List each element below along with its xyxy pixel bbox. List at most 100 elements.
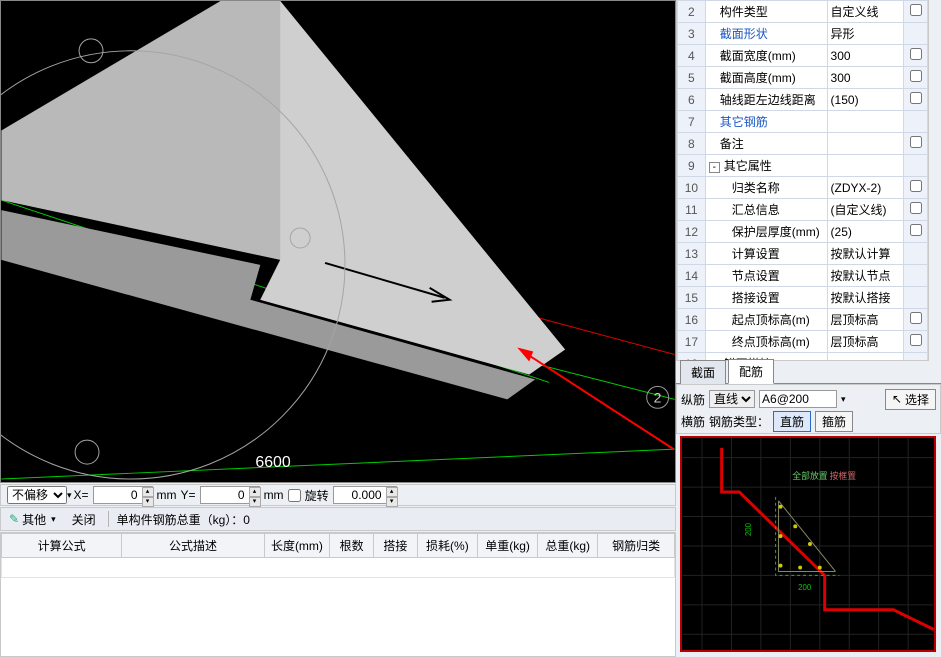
prop-check-cell — [904, 111, 928, 133]
prop-value[interactable]: 300 — [827, 45, 904, 67]
prop-value[interactable]: 异形 — [827, 23, 904, 45]
prop-value[interactable]: (ZDYX-2) — [827, 177, 904, 199]
prop-value[interactable]: 自定义线 — [827, 1, 904, 23]
col-3: 根数 — [330, 534, 374, 558]
prop-row[interactable]: 15搭接设置按默认搭接 — [678, 287, 928, 309]
prop-value[interactable]: 按默认计算 — [827, 243, 904, 265]
prop-row[interactable]: 11汇总信息(自定义线) — [678, 199, 928, 221]
row-index: 13 — [678, 243, 706, 265]
section-tabs: 截面 配筋 — [676, 362, 941, 384]
prop-check-cell — [904, 133, 928, 155]
prop-value[interactable] — [827, 111, 904, 133]
rotate-checkbox[interactable] — [288, 489, 301, 502]
prop-value[interactable]: (150) — [827, 89, 904, 111]
prop-row[interactable]: 10归类名称(ZDYX-2) — [678, 177, 928, 199]
prop-row[interactable]: 17终点顶标高(m)层顶标高 — [678, 331, 928, 353]
select-button[interactable]: ↖选择 — [885, 389, 936, 410]
col-7: 总重(kg) — [538, 534, 598, 558]
prop-name: 归类名称 — [705, 177, 827, 199]
prop-value[interactable]: 300 — [827, 67, 904, 89]
prop-row[interactable]: 7其它钢筋 — [678, 111, 928, 133]
prop-check-cell — [904, 331, 928, 353]
offset-mode-select[interactable]: 不偏移 — [7, 486, 67, 504]
row-index: 11 — [678, 199, 706, 221]
prop-check-cell — [904, 1, 928, 23]
shape-select[interactable]: 直线 — [709, 390, 755, 408]
rot-spin-up[interactable]: ▴ — [386, 487, 398, 497]
row-index: 5 — [678, 67, 706, 89]
prop-value[interactable]: 层顶标高 — [827, 331, 904, 353]
prop-value[interactable]: (自定义线) — [827, 199, 904, 221]
rot-spin-down[interactable]: ▾ — [386, 497, 398, 507]
property-panel[interactable]: 2构件类型自定义线3截面形状异形4截面宽度(mm)3005截面高度(mm)300… — [676, 0, 929, 361]
prop-row[interactable]: 14节点设置按默认节点 — [678, 265, 928, 287]
prop-row[interactable]: 3截面形状异形 — [678, 23, 928, 45]
row-index: 4 — [678, 45, 706, 67]
prop-name: 搭接设置 — [705, 287, 827, 309]
prop-value[interactable]: 按默认搭接 — [827, 287, 904, 309]
rebar-type-label: 钢筋类型： — [709, 413, 769, 430]
prop-row[interactable]: 2构件类型自定义线 — [678, 1, 928, 23]
viewport-3d[interactable]: 6600 2 — [0, 0, 676, 483]
prop-checkbox[interactable] — [910, 202, 922, 214]
prop-name: 截面宽度(mm) — [705, 45, 827, 67]
prop-row[interactable]: 12保护层厚度(mm)(25) — [678, 221, 928, 243]
prop-checkbox[interactable] — [910, 312, 922, 324]
tree-toggle[interactable]: - — [709, 162, 720, 173]
prop-value[interactable] — [827, 133, 904, 155]
col-0: 计算公式 — [2, 534, 122, 558]
y-spin-down[interactable]: ▾ — [249, 497, 261, 507]
prop-name: 汇总信息 — [705, 199, 827, 221]
row-index: 17 — [678, 331, 706, 353]
dimension-text: 6600 — [255, 454, 291, 471]
prop-check-cell — [904, 243, 928, 265]
prop-value[interactable]: (25) — [827, 221, 904, 243]
prop-checkbox[interactable] — [910, 92, 922, 104]
prop-checkbox[interactable] — [910, 4, 922, 16]
stirrup-toggle[interactable]: 箍筋 — [815, 411, 853, 432]
prop-checkbox[interactable] — [910, 136, 922, 148]
section-preview[interactable]: 全部放置 按框置 200 200 — [680, 436, 936, 652]
close-button[interactable]: 关闭 — [68, 509, 100, 530]
prop-name: 其它钢筋 — [705, 111, 827, 133]
straight-toggle[interactable]: 直筋 — [773, 411, 811, 432]
prop-row[interactable]: 13计算设置按默认计算 — [678, 243, 928, 265]
prop-checkbox[interactable] — [910, 180, 922, 192]
offset-dropdown-icon[interactable]: ▾ — [67, 490, 72, 501]
y-label: Y= — [181, 488, 196, 502]
row-index: 9 — [678, 155, 706, 177]
prop-value[interactable] — [827, 155, 904, 177]
prop-checkbox[interactable] — [910, 48, 922, 60]
prop-checkbox[interactable] — [910, 70, 922, 82]
other-menu[interactable]: ✎其他 — [5, 509, 60, 530]
cursor-icon: ↖ — [892, 392, 902, 406]
y-spin-up[interactable]: ▴ — [249, 487, 261, 497]
prop-value[interactable]: 按默认节点 — [827, 265, 904, 287]
prop-check-cell — [904, 353, 928, 362]
prop-row[interactable]: 6轴线距左边线距离(150) — [678, 89, 928, 111]
x-spin-down[interactable]: ▾ — [142, 497, 154, 507]
prop-name: 轴线距左边线距离 — [705, 89, 827, 111]
prop-row[interactable]: 4截面宽度(mm)300 — [678, 45, 928, 67]
tab-rebar[interactable]: 配筋 — [728, 359, 774, 384]
spec-dropdown-icon[interactable]: ▾ — [841, 394, 846, 405]
prop-check-cell — [904, 309, 928, 331]
x-label: X= — [74, 488, 89, 502]
prop-check-cell — [904, 199, 928, 221]
rebar-table-wrap[interactable]: 计算公式公式描述长度(mm)根数搭接损耗(%)单重(kg)总重(kg)钢筋归类 — [0, 532, 676, 657]
row-index: 6 — [678, 89, 706, 111]
x-spin-up[interactable]: ▴ — [142, 487, 154, 497]
prop-row[interactable]: 8备注 — [678, 133, 928, 155]
prop-value[interactable]: 层顶标高 — [827, 309, 904, 331]
prop-row[interactable]: 5截面高度(mm)300 — [678, 67, 928, 89]
tab-section[interactable]: 截面 — [680, 360, 726, 384]
prop-value[interactable] — [827, 353, 904, 362]
spec-input[interactable] — [759, 390, 837, 408]
prop-row[interactable]: 16起点顶标高(m)层顶标高 — [678, 309, 928, 331]
prop-checkbox[interactable] — [910, 224, 922, 236]
coord-toolbar: 不偏移 ▾ X= ▴▾ mm Y= ▴▾ mm 旋转 ▴▾ — [0, 484, 676, 506]
prop-checkbox[interactable] — [910, 334, 922, 346]
prop-row[interactable]: 9-其它属性 — [678, 155, 928, 177]
edit-icon: ✎ — [9, 512, 19, 526]
prop-name: 计算设置 — [705, 243, 827, 265]
